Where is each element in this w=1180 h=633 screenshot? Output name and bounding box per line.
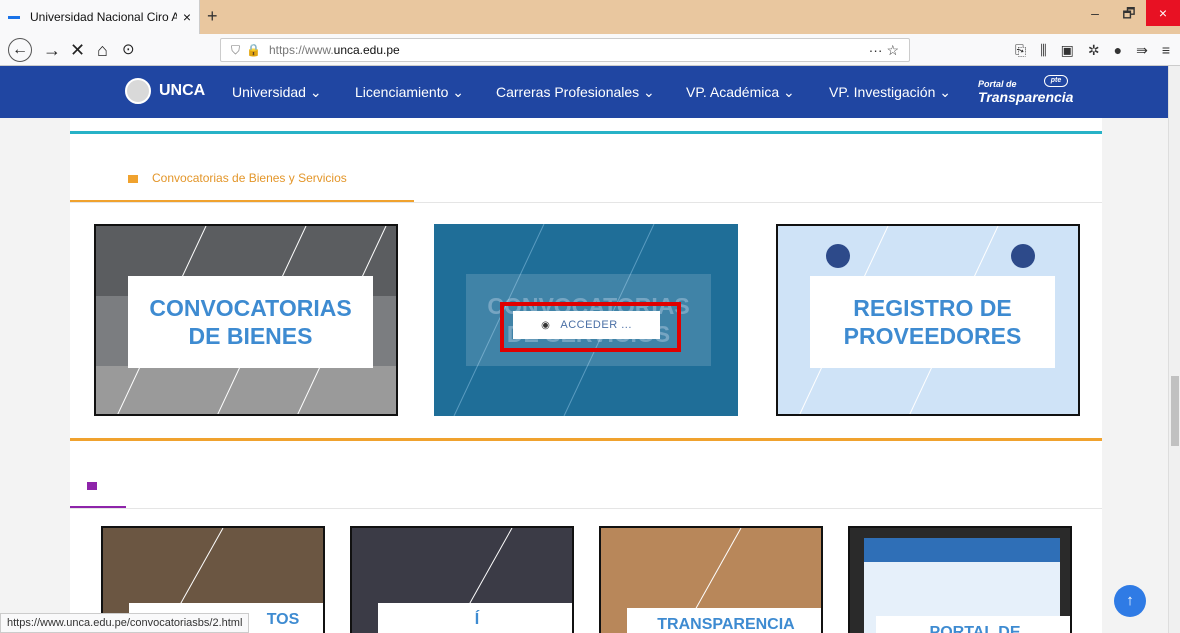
home-button[interactable]: ⌂ bbox=[97, 39, 108, 61]
favicon-icon bbox=[8, 15, 20, 19]
window-close-button[interactable]: × bbox=[1146, 0, 1180, 26]
section-divider-orange bbox=[70, 438, 1102, 441]
menu-carreras[interactable]: Carreras Profesionales ⌄ bbox=[496, 84, 655, 101]
section-tab-label: Convocatorias de Bienes y Servicios bbox=[152, 171, 347, 185]
tile-title-card: REGISTRO DE PROVEEDORES bbox=[810, 276, 1055, 368]
menu-vp-academica[interactable]: VP. Académica ⌄ bbox=[686, 84, 795, 101]
stop-button[interactable]: ✕ bbox=[70, 39, 85, 61]
history-icon[interactable]: ⊙ bbox=[122, 39, 135, 61]
tile-transparencia[interactable]: TRANSPARENCIA bbox=[599, 526, 823, 633]
tile-title-card: CONVOCATORIAS DE BIENES bbox=[128, 276, 373, 368]
tab-title: Universidad Nacional Ciro Aleg bbox=[30, 10, 177, 24]
tile-title-line2: PROVEEDORES bbox=[843, 323, 1022, 349]
tab-section2[interactable] bbox=[70, 470, 126, 508]
forward-button[interactable]: → bbox=[43, 39, 61, 61]
page-actions-icon[interactable]: ··· ☆ bbox=[869, 42, 899, 59]
toolbar-icons: ⎘ ⫼ ▣ ✲ ● ⇛ ≡ bbox=[1015, 42, 1170, 59]
status-bar-url: https://www.unca.edu.pe/convocatoriasbs/… bbox=[0, 613, 250, 633]
tile-label: Í bbox=[378, 603, 572, 633]
portal-transparencia-link[interactable]: Portal de Transparencia pte bbox=[978, 75, 1074, 105]
tab-convocatorias[interactable]: Convocatorias de Bienes y Servicios bbox=[70, 160, 414, 202]
account-icon[interactable]: ● bbox=[1114, 42, 1122, 59]
menu-licenciamiento[interactable]: Licenciamiento ⌄ bbox=[355, 84, 464, 101]
tile-title-line2: DE BIENES bbox=[188, 323, 313, 349]
back-to-top-button[interactable]: ↑ bbox=[1114, 585, 1146, 617]
menu-universidad[interactable]: Universidad ⌄ bbox=[232, 84, 322, 101]
reader-icon[interactable]: ⎘ bbox=[1015, 42, 1026, 59]
section-icon bbox=[128, 175, 138, 183]
extension-icon[interactable]: ✲ bbox=[1088, 42, 1100, 59]
shield-icon[interactable]: ⛉ bbox=[231, 43, 240, 58]
section-divider-teal bbox=[70, 131, 1102, 134]
tile-registro-proveedores[interactable]: REGISTRO DE PROVEEDORES bbox=[776, 224, 1080, 416]
tab-divider bbox=[70, 202, 1102, 203]
tab-divider bbox=[70, 508, 1102, 509]
university-logo[interactable] bbox=[125, 78, 151, 104]
minimize-button[interactable]: – bbox=[1078, 0, 1112, 26]
window-controls: – 🗗 × bbox=[1078, 0, 1180, 26]
tile-convocatorias-bienes[interactable]: CONVOCATORIAS DE BIENES bbox=[94, 224, 398, 416]
browser-tab-bar: Universidad Nacional Ciro Aleg × + – 🗗 × bbox=[0, 0, 1180, 34]
tab-close-icon[interactable]: × bbox=[183, 9, 191, 25]
tile-portal[interactable]: PORTAL DE bbox=[848, 526, 1072, 633]
browser-tab[interactable]: Universidad Nacional Ciro Aleg × bbox=[0, 0, 200, 34]
sidebar-icon[interactable]: ▣ bbox=[1061, 42, 1074, 59]
tile-label-text: PORTAL DE bbox=[929, 624, 1021, 633]
browser-toolbar: ← → ✕ ⌂ ⊙ ⛉ 🔒 https://www. unca.edu.pe ·… bbox=[0, 34, 1180, 66]
url-prefix: https://www. bbox=[268, 43, 334, 57]
url-domain: unca.edu.pe bbox=[333, 43, 400, 57]
tile-title-line1: REGISTRO DE bbox=[853, 295, 1012, 321]
library-icon[interactable]: ⫼ bbox=[1040, 42, 1046, 59]
new-tab-button[interactable]: + bbox=[207, 6, 218, 27]
tile-label-text: Í bbox=[474, 611, 480, 628]
menu-icon[interactable]: ≡ bbox=[1162, 42, 1170, 59]
tile-label-text: TRANSPARENCIA bbox=[657, 616, 795, 633]
tile-label-text: TOS bbox=[266, 611, 300, 628]
menu-vp-investigacion[interactable]: VP. Investigación ⌄ bbox=[829, 84, 951, 101]
restore-button[interactable]: 🗗 bbox=[1112, 0, 1146, 26]
tile-label: PORTAL DE bbox=[876, 616, 1070, 633]
page-scrollbar[interactable] bbox=[1168, 66, 1180, 633]
highlight-box bbox=[500, 302, 681, 352]
tile-label: TRANSPARENCIA bbox=[627, 608, 821, 633]
tile-title-line1: CONVOCATORIAS bbox=[149, 295, 352, 321]
pte-badge: pte bbox=[1044, 75, 1068, 87]
scrollbar-thumb[interactable] bbox=[1171, 376, 1179, 446]
tile-media[interactable]: Í bbox=[350, 526, 574, 633]
back-button[interactable]: ← bbox=[8, 38, 32, 62]
brand-name[interactable]: UNCA bbox=[159, 82, 205, 100]
lock-icon[interactable]: 🔒 bbox=[246, 43, 261, 57]
site-navbar: UNCA Universidad ⌄ Licenciamiento ⌄ Carr… bbox=[0, 66, 1168, 118]
portal-line2: Transparencia bbox=[978, 89, 1074, 105]
url-bar[interactable]: ⛉ 🔒 https://www. unca.edu.pe ··· ☆ bbox=[220, 38, 910, 62]
section-icon bbox=[87, 482, 97, 490]
overflow-icon[interactable]: ⇛ bbox=[1136, 42, 1148, 59]
